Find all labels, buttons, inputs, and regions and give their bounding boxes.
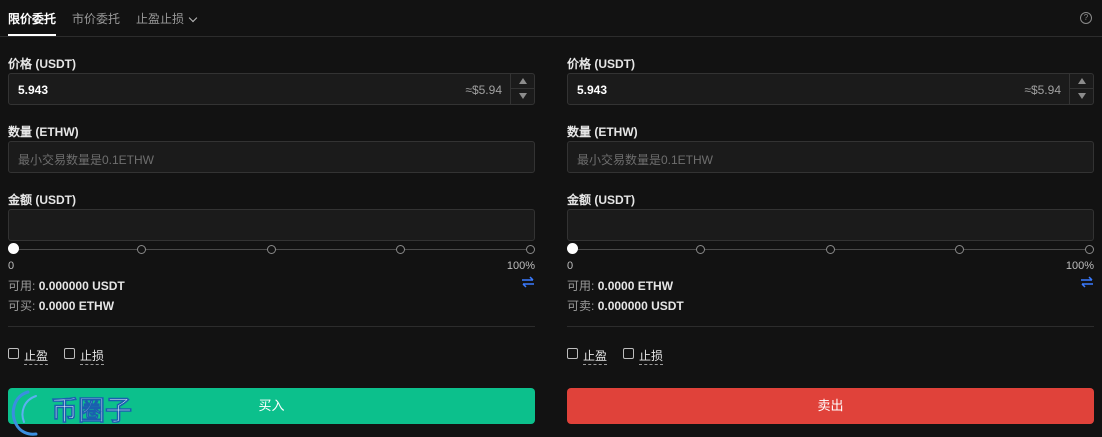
sell-qty-placeholder: 最小交易数量是0.1ETHW [577, 153, 714, 167]
watermark-arc-inner [21, 395, 37, 423]
buy-available-value: 0.000000 USDT [38, 279, 125, 293]
arrow-down-icon [519, 93, 527, 99]
slider-step-50[interactable] [267, 245, 276, 254]
sell-price-approx: ≈$5.94 [1024, 83, 1061, 97]
buy-price-approx: ≈$5.94 [465, 83, 502, 97]
slider-handle[interactable] [567, 243, 578, 254]
checkbox-box [8, 348, 19, 359]
buy-divider [8, 326, 535, 327]
checkbox-box [64, 348, 75, 359]
swap-icon[interactable] [1080, 276, 1094, 288]
sell-percent-slider[interactable] [567, 243, 1094, 257]
sell-can-sell: 可卖: 0.000000 USDT [567, 297, 684, 314]
buy-stop-loss-label: 止损 [80, 349, 105, 365]
sell-slider-min-label: 0 [567, 260, 574, 272]
slider-step-25[interactable] [137, 245, 146, 254]
watermark-logo: 币圈子 [11, 390, 132, 436]
buy-slider-min-label: 0 [8, 260, 15, 272]
slider-step-75[interactable] [396, 245, 405, 254]
sell-price-value: 5.943 [577, 83, 608, 97]
slider-handle[interactable] [8, 243, 19, 254]
buy-qty-placeholder: 最小交易数量是0.1ETHW [18, 153, 155, 167]
buy-can-buy: 可买: 0.0000 ETHW [8, 297, 114, 314]
checkbox-box [623, 348, 634, 359]
sell-can-value: 0.000000 USDT [597, 299, 684, 313]
slider-step-100[interactable] [1085, 245, 1094, 254]
sell-price-label: 价格 (USDT) [567, 57, 635, 71]
sell-available-label: 可用: [567, 279, 595, 293]
buy-price-stepper [510, 74, 535, 104]
checkbox-box [567, 348, 578, 359]
sell-divider [567, 326, 1094, 327]
sell-stop-loss-label: 止损 [639, 349, 664, 365]
sell-qty-input[interactable]: 最小交易数量是0.1ETHW [567, 141, 1094, 173]
sell-price-increment-button[interactable] [1070, 74, 1094, 89]
buy-qty-input[interactable]: 最小交易数量是0.1ETHW [8, 141, 535, 173]
sell-slider-max-label: 100% [1065, 260, 1094, 272]
slider-step-50[interactable] [826, 245, 835, 254]
buy-qty-label: 数量 (ETHW) [8, 125, 79, 139]
slider-step-75[interactable] [955, 245, 964, 254]
sell-price-input[interactable]: 5.943 ≈$5.94 [567, 73, 1094, 105]
watermark-text: 币圈子 [51, 396, 132, 427]
arrow-up-icon [519, 78, 527, 84]
buy-available-label: 可用: [8, 279, 36, 293]
buy-can-value: 0.0000 ETHW [38, 299, 115, 313]
buy-price-input[interactable]: 5.943 ≈$5.94 [8, 73, 535, 105]
buy-percent-slider[interactable] [8, 243, 535, 257]
arrow-down-icon [1078, 93, 1086, 99]
sell-panel: 价格 (USDT) 5.943 ≈$5.94 数量 (ETHW) 最小交易数量是… [567, 0, 1094, 437]
buy-price-label: 价格 (USDT) [8, 57, 76, 71]
buy-price-increment-button[interactable] [511, 74, 535, 89]
sell-amount-input[interactable] [567, 209, 1094, 241]
sell-qty-label: 数量 (ETHW) [567, 125, 638, 139]
slider-step-25[interactable] [696, 245, 705, 254]
buy-price-decrement-button[interactable] [511, 89, 535, 104]
buy-amount-input[interactable] [8, 209, 535, 241]
buy-can-label: 可买: [8, 299, 36, 313]
buy-panel: 价格 (USDT) 5.943 ≈$5.94 数量 (ETHW) 最小交易数量是… [8, 0, 535, 437]
slider-step-100[interactable] [526, 245, 535, 254]
sell-price-stepper [1069, 74, 1094, 104]
sell-take-profit-label: 止盈 [583, 349, 608, 365]
buy-amount-label: 金额 (USDT) [8, 193, 76, 207]
swap-icon[interactable] [521, 276, 535, 288]
sell-can-label: 可卖: [567, 299, 595, 313]
arrow-up-icon [1078, 78, 1086, 84]
sell-price-decrement-button[interactable] [1070, 89, 1094, 104]
sell-button[interactable]: 卖出 [567, 388, 1094, 424]
buy-take-profit-label: 止盈 [24, 349, 49, 365]
sell-amount-label: 金额 (USDT) [567, 193, 635, 207]
buy-available: 可用: 0.000000 USDT [8, 277, 125, 294]
buy-slider-max-label: 100% [506, 260, 535, 272]
buy-price-value: 5.943 [18, 83, 49, 97]
sell-available: 可用: 0.0000 ETHW [567, 277, 673, 294]
sell-available-value: 0.0000 ETHW [597, 279, 674, 293]
